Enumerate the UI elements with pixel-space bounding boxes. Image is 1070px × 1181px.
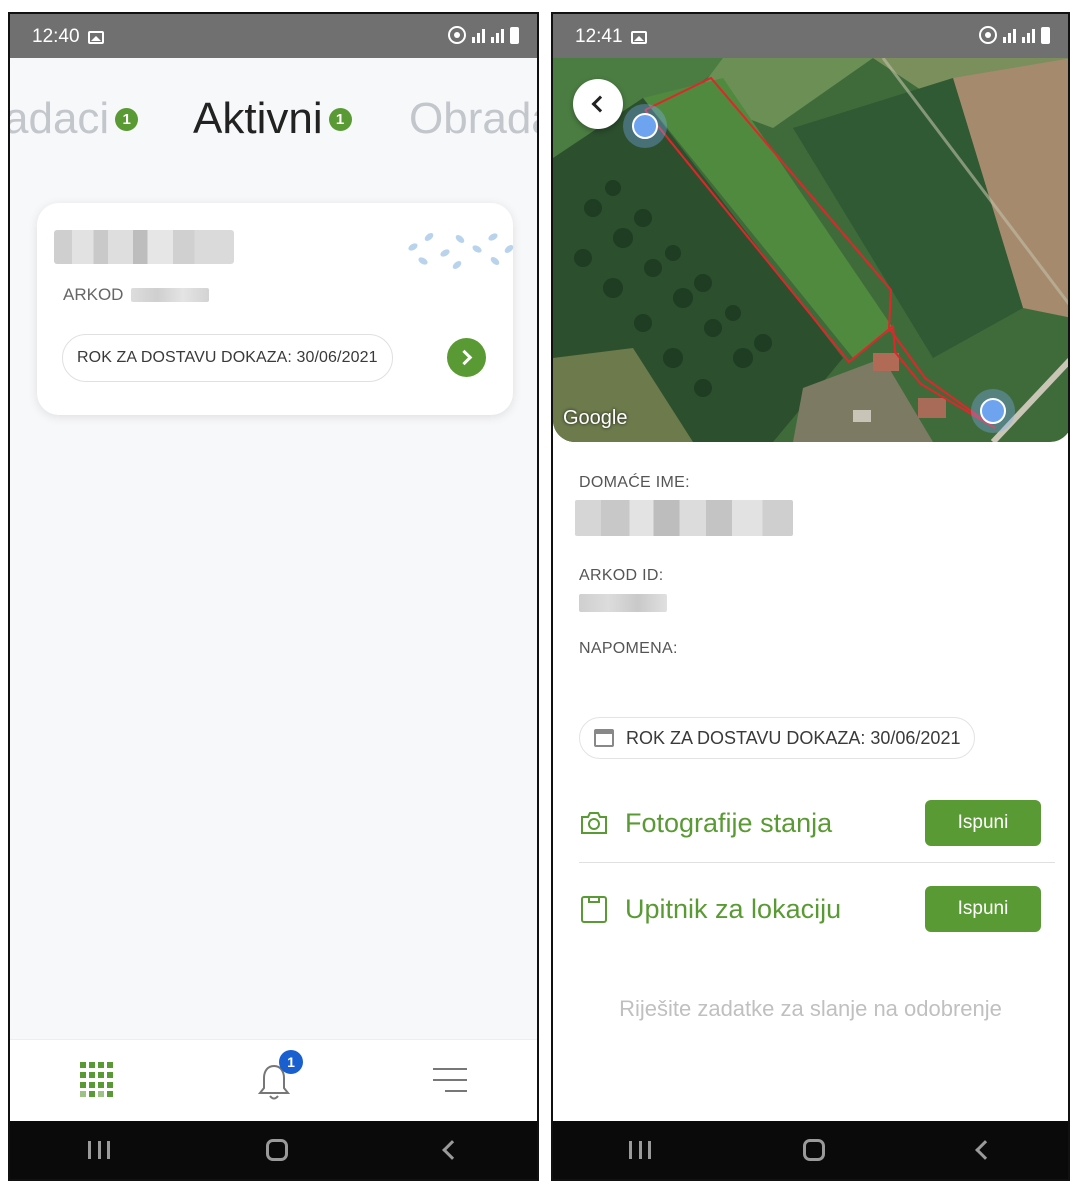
satellite-map-image xyxy=(553,58,1068,442)
open-task-button[interactable] xyxy=(447,338,486,377)
signal-icon xyxy=(1003,27,1016,43)
battery-icon xyxy=(1041,26,1050,44)
system-navigation-bar xyxy=(553,1121,1068,1179)
tab-aktivni[interactable]: Aktivni 1 xyxy=(193,94,352,144)
tab-label: adaci xyxy=(8,94,110,143)
grid-icon[interactable] xyxy=(80,1062,116,1098)
task-questionnaire: Upitnik za lokaciju Ispuni xyxy=(579,884,1055,934)
tab-count-badge: 1 xyxy=(115,107,139,131)
seeds-icon xyxy=(408,233,514,269)
status-time: 12:41 xyxy=(575,26,623,47)
deadline-text: ROK ZA DOSTAVU DOKAZA: 30/06/2021 xyxy=(77,349,378,366)
image-icon xyxy=(630,30,647,44)
status-time: 12:40 xyxy=(32,26,80,47)
divider xyxy=(579,862,1055,863)
recents-button[interactable] xyxy=(629,1141,652,1159)
deadline-pill: ROK ZA DOSTAVU DOKAZA: 30/06/2021 xyxy=(579,717,976,759)
blurred-domestic-name xyxy=(575,500,793,536)
map-attribution: Google xyxy=(563,407,628,429)
phone-screen-task-detail: 12:41 Google DOMAĆE IME: ARKOD ID: NAPOM… xyxy=(551,12,1070,1181)
fill-questionnaire-button[interactable]: Ispuni xyxy=(925,886,1041,932)
bottom-navigation: 1 xyxy=(10,1039,537,1121)
arkod-id-label: ARKOD ID: xyxy=(579,567,664,584)
tab-label: Aktivni xyxy=(193,94,323,143)
task-card[interactable]: ARKOD ROK ZA DOSTAVU DOKAZA: 30/06/2021 xyxy=(37,203,514,415)
image-icon xyxy=(87,30,104,44)
hotspot-icon xyxy=(979,26,997,44)
home-button[interactable] xyxy=(266,1139,289,1161)
status-tabs: adaci 1 Aktivni 1 Obrada xyxy=(10,58,537,178)
status-bar: 12:41 xyxy=(553,14,1068,58)
phone-screen-task-list: 12:40 adaci 1 Aktivni 1 Obrad a xyxy=(8,12,539,1181)
back-button[interactable] xyxy=(441,1140,462,1160)
battery-icon xyxy=(510,26,519,44)
arkod-label: ARKOD xyxy=(63,285,124,304)
tab-count-badge: 1 xyxy=(328,107,352,131)
back-button[interactable] xyxy=(974,1140,995,1160)
notification-badge: 1 xyxy=(279,1050,303,1074)
hotspot-icon xyxy=(448,26,466,44)
domestic-name-label: DOMAĆE IME: xyxy=(579,474,690,491)
signal-icon xyxy=(472,27,485,43)
clipboard-icon xyxy=(581,896,607,923)
signal-icon xyxy=(1022,27,1035,43)
status-bar: 12:40 xyxy=(10,14,537,58)
deadline-pill: ROK ZA DOSTAVU DOKAZA: 30/06/2021 xyxy=(62,334,393,382)
back-arrow-icon[interactable] xyxy=(573,79,623,129)
home-button[interactable] xyxy=(803,1139,826,1161)
recents-button[interactable] xyxy=(88,1141,111,1159)
fill-photos-button[interactable]: Ispuni xyxy=(925,800,1041,846)
submit-hint: Riješite zadatke za slanje na odobrenje xyxy=(619,996,1002,1021)
task-label: Upitnik za lokaciju xyxy=(625,893,842,924)
blurred-arkod-id xyxy=(579,594,667,612)
task-photos: Fotografije stanja Ispuni xyxy=(579,798,1055,848)
menu-icon[interactable] xyxy=(433,1068,467,1092)
calendar-icon xyxy=(594,729,614,747)
signal-icon xyxy=(491,27,504,43)
task-label: Fotografije stanja xyxy=(625,807,833,838)
parcel-map[interactable]: Google xyxy=(553,58,1068,442)
system-navigation-bar xyxy=(10,1121,537,1179)
tab-obrada[interactable]: Obrada xyxy=(409,94,537,144)
note-label: NAPOMENA: xyxy=(579,640,678,657)
tab-zadaci[interactable]: adaci 1 xyxy=(8,94,139,144)
blurred-parcel-name xyxy=(54,230,234,264)
camera-icon xyxy=(581,812,607,834)
tab-label: Obrada xyxy=(409,94,537,143)
blurred-arkod-id xyxy=(131,288,210,302)
deadline-text: ROK ZA DOSTAVU DOKAZA: 30/06/2021 xyxy=(626,727,961,748)
